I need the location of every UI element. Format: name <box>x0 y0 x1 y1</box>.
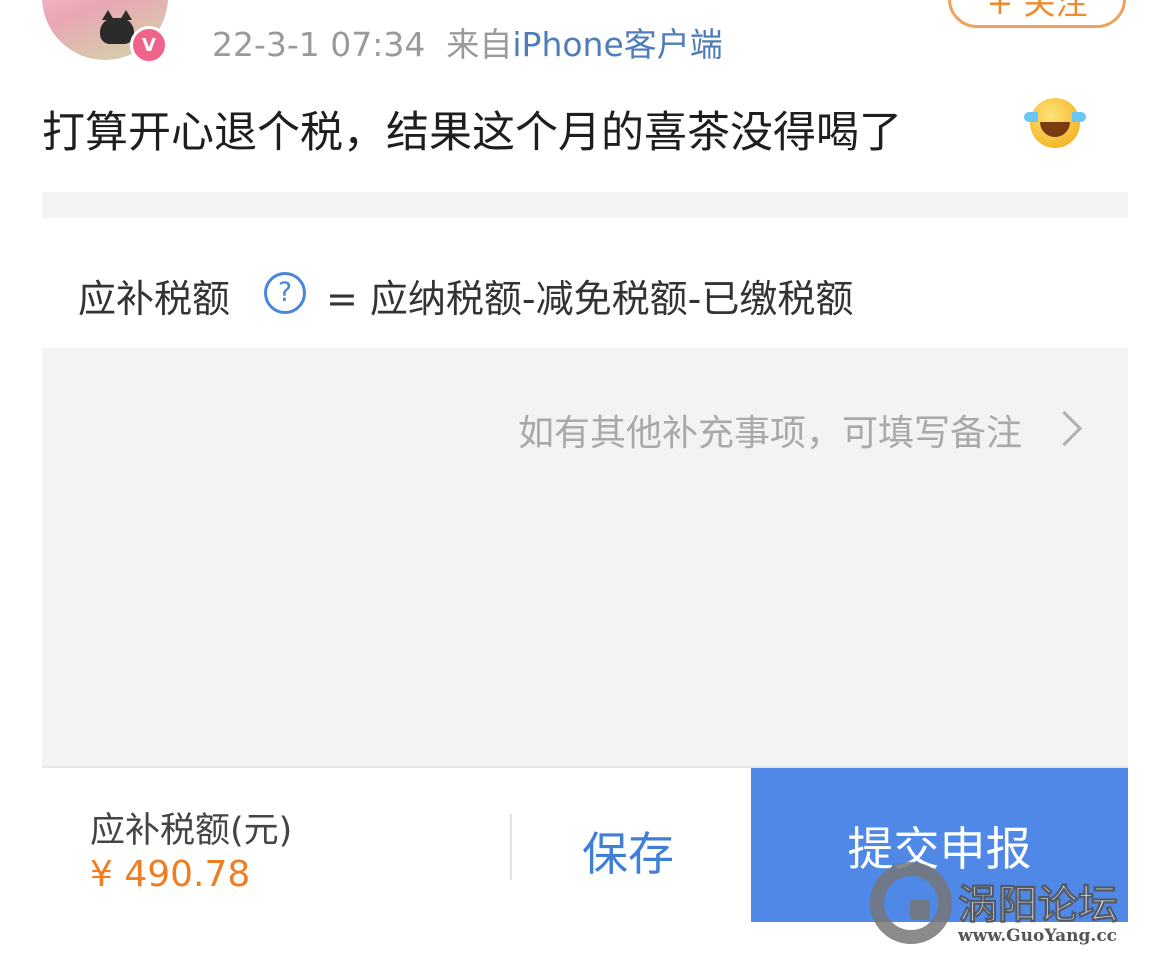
add-note-link[interactable]: 如有其他补充事项，可填写备注 <box>518 404 1022 456</box>
formula-expression: = 应纳税额-减免税额-已缴税额 <box>326 277 854 321</box>
question-icon[interactable]: ? <box>264 272 306 314</box>
attached-image[interactable]: 应补税额 ? = 应纳税额-减免税额-已缴税额 如有其他补充事项，可填写备注 应… <box>42 192 1128 922</box>
formula-label: 应补税额 <box>78 277 231 321</box>
watermark-logo-icon <box>870 862 952 944</box>
divider <box>510 814 512 880</box>
chevron-right-icon[interactable] <box>1046 410 1083 447</box>
due-tax-amount: ¥ 490.78 <box>90 854 251 895</box>
post-source-prefix: 来自 <box>446 25 513 64</box>
post-timestamp: 22-3-1 07:34 <box>212 25 426 64</box>
watermark-title: 涡阳论坛 <box>958 882 1119 929</box>
post-source-link[interactable]: iPhone客户端 <box>512 25 722 64</box>
follow-button[interactable]: + 关注 <box>948 0 1126 28</box>
watermark-url: www.GuoYang.cc <box>958 926 1118 946</box>
post-text: 打算开心退个税，结果这个月的喜茶没得喝了 <box>42 108 902 158</box>
vip-badge-icon: V <box>130 26 168 64</box>
save-button[interactable]: 保存 <box>582 818 674 884</box>
due-tax-label: 应补税额(元) <box>90 811 293 851</box>
cat-illustration <box>100 10 134 44</box>
post-meta: 22-3-1 07:34 来自iPhone客户端 <box>212 18 723 66</box>
laughing-tears-emoji-icon <box>1024 98 1086 148</box>
